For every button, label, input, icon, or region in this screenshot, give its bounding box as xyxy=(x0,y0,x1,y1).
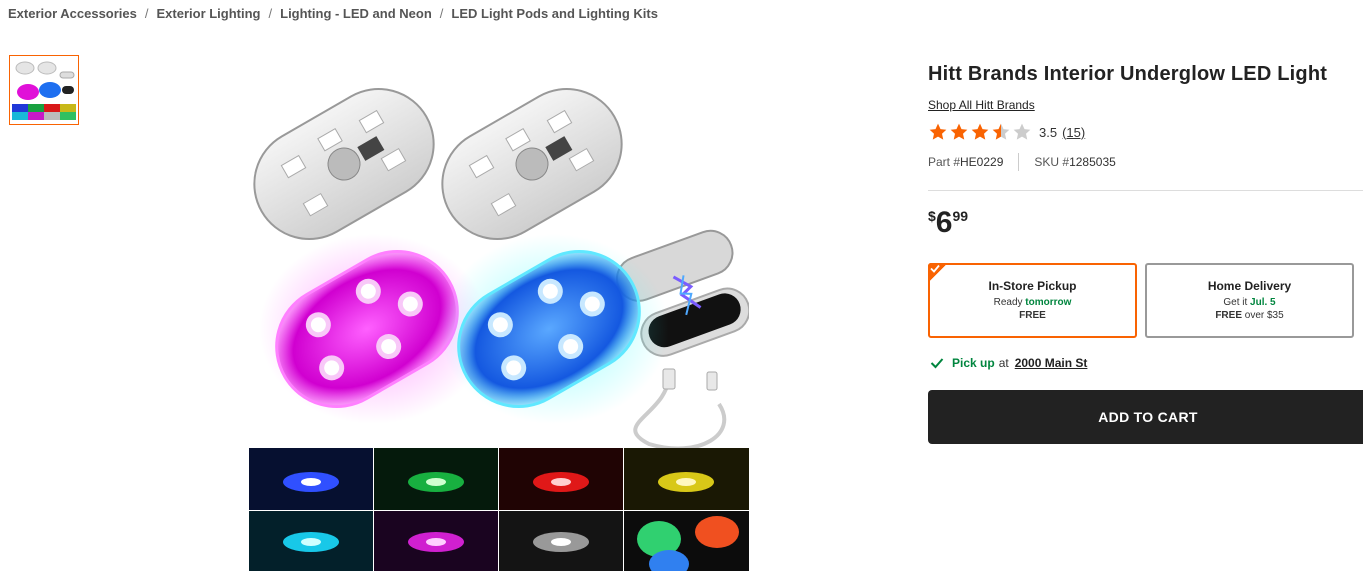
product-thumbnail[interactable] xyxy=(9,55,79,125)
pickup-price-free: FREE xyxy=(1019,310,1046,321)
delivery-title: Home Delivery xyxy=(1207,279,1292,293)
pickup-status-prefix: Ready xyxy=(993,297,1023,308)
pickup-price: FREE xyxy=(930,310,1135,321)
thumbnail-image xyxy=(10,56,78,124)
price-dollars: 6 xyxy=(935,206,953,239)
sku-number: 1285035 xyxy=(1069,155,1116,169)
product-rating[interactable]: 3.5 (15) xyxy=(928,122,1085,142)
breadcrumb-link-lighting-led-neon[interactable]: Lighting - LED and Neon xyxy=(280,6,432,21)
price-cents: 99 xyxy=(952,208,969,224)
main-product-image[interactable] xyxy=(249,64,749,571)
pickup-store-line: Pick up at 2000 Main St xyxy=(930,356,1087,370)
add-to-cart-button[interactable]: ADD TO CART xyxy=(928,390,1363,444)
delivery-status-prefix: Get it xyxy=(1223,297,1248,308)
fulfillment-option-pickup[interactable]: In-Store Pickup Ready tomorrow FREE xyxy=(928,263,1137,338)
product-title: Hitt Brands Interior Underglow LED Light xyxy=(928,63,1328,85)
star-icon xyxy=(950,123,968,140)
breadcrumb-separator: / xyxy=(439,6,444,21)
pickup-label: Pick up xyxy=(952,356,995,370)
divider xyxy=(1018,153,1020,171)
check-icon xyxy=(930,264,940,273)
product-illustration xyxy=(249,64,749,571)
breadcrumb-link-led-light-pods[interactable]: LED Light Pods and Lighting Kits xyxy=(451,6,658,21)
breadcrumb-link-exterior-accessories[interactable]: Exterior Accessories xyxy=(8,6,137,21)
check-icon xyxy=(930,358,944,369)
price-currency: $ xyxy=(928,208,936,224)
delivery-status: Get it Jul. 5 xyxy=(1147,297,1352,308)
delivery-status-date: Jul. 5 xyxy=(1250,297,1276,308)
breadcrumb-separator: / xyxy=(268,6,273,21)
star-icon xyxy=(929,123,947,140)
pickup-title: In-Store Pickup xyxy=(988,279,1077,293)
star-empty-icon xyxy=(1013,123,1031,140)
star-icon xyxy=(971,123,989,140)
rating-stars xyxy=(928,122,1032,142)
review-count-link[interactable]: (15) xyxy=(1062,125,1085,140)
delivery-price-free: FREE xyxy=(1215,310,1242,321)
delivery-price-threshold: over $35 xyxy=(1244,310,1284,321)
star-half-icon xyxy=(992,123,1010,140)
part-label: Part # xyxy=(928,155,961,169)
shop-brand-link[interactable]: Shop All Hitt Brands xyxy=(928,98,1035,112)
section-divider xyxy=(928,190,1363,191)
product-identifiers: Part # HE0229 SKU #1285035 xyxy=(928,153,1116,171)
pickup-status-date: tomorrow xyxy=(1025,297,1072,308)
pickup-status: Ready tomorrow xyxy=(930,297,1135,308)
delivery-price: FREE over $35 xyxy=(1147,310,1352,321)
fulfillment-option-delivery[interactable]: Home Delivery Get it Jul. 5 FREE over $3… xyxy=(1145,263,1354,338)
breadcrumb-link-exterior-lighting[interactable]: Exterior Lighting xyxy=(157,6,261,21)
store-name-link[interactable]: 2000 Main St xyxy=(1015,356,1088,370)
rating-score: 3.5 xyxy=(1039,124,1058,140)
breadcrumb: Exterior Accessories / Exterior Lighting / L… xyxy=(8,6,658,21)
price: $ 6 99 xyxy=(928,205,968,241)
pickup-at-label: at xyxy=(998,356,1009,370)
breadcrumb-separator: / xyxy=(144,6,149,21)
selected-corner xyxy=(928,263,948,283)
sku-label: SKU # xyxy=(1034,155,1070,169)
part-number: HE0229 xyxy=(960,155,1004,169)
